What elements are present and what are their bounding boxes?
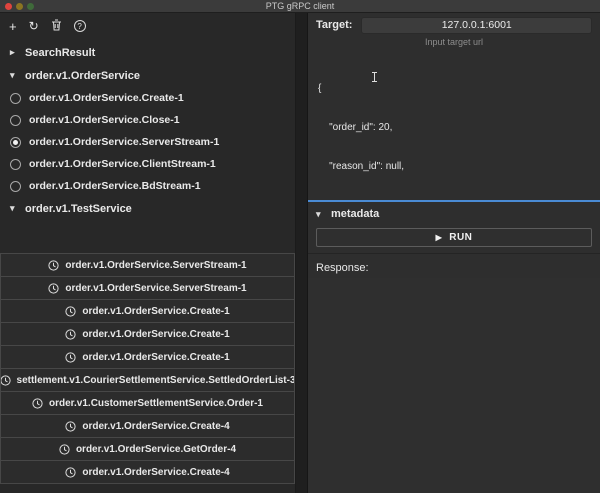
tree-node-label: order.v1.OrderService <box>25 69 140 82</box>
editor-line: "reason_id": null, <box>318 161 405 172</box>
clock-icon <box>1 374 11 386</box>
history-item-label: order.v1.OrderService.Create-1 <box>82 351 230 363</box>
history-item[interactable]: order.v1.OrderService.GetOrder-4 <box>0 437 295 461</box>
clock-icon <box>65 305 76 317</box>
refresh-icon[interactable]: ↻ <box>29 20 39 32</box>
sidebar: + ↻ ? ▸ SearchResult ▾ order.v1.OrderSer… <box>0 13 296 493</box>
history-item[interactable]: settlement.v1.CourierSettlementService.S… <box>0 368 295 392</box>
metadata-label: metadata <box>331 208 380 220</box>
radio-icon[interactable] <box>10 114 21 126</box>
maximize-window-button[interactable] <box>27 3 34 10</box>
app-body: + ↻ ? ▸ SearchResult ▾ order.v1.OrderSer… <box>0 13 600 493</box>
editor-line: "remark": "", <box>318 199 590 200</box>
history-item[interactable]: order.v1.OrderService.Create-1 <box>0 345 295 369</box>
caret-down-icon: ▾ <box>10 70 15 80</box>
method-label: order.v1.OrderService.ClientStream-1 <box>29 158 216 170</box>
response-area <box>308 278 600 493</box>
method-label: order.v1.OrderService.Close-1 <box>29 114 180 126</box>
radio-selected-icon[interactable] <box>10 136 21 148</box>
clock-icon <box>65 351 76 363</box>
service-tree: ▸ SearchResult ▾ order.v1.OrderService o… <box>0 39 295 220</box>
editor-line: { <box>318 83 322 94</box>
run-button-label: RUN <box>449 232 473 243</box>
history-item-label: order.v1.CustomerSettlementService.Order… <box>49 397 263 409</box>
play-icon: ▶ <box>435 233 443 242</box>
caret-down-icon: ▾ <box>10 203 15 213</box>
history-list: order.v1.OrderService.ServerStream-1 ord… <box>0 253 295 484</box>
editor-resize-divider[interactable] <box>308 200 600 202</box>
history-item-label: order.v1.OrderService.ServerStream-1 <box>65 259 247 271</box>
add-icon[interactable]: + <box>9 20 17 33</box>
clock-icon <box>48 282 59 294</box>
method-bdstream-1[interactable]: order.v1.OrderService.BdStream-1 <box>0 175 295 197</box>
window-controls <box>5 3 34 10</box>
history-item-label: order.v1.OrderService.Create-4 <box>82 466 230 478</box>
method-label: order.v1.OrderService.Create-1 <box>29 92 184 104</box>
caret-right-icon: ▸ <box>10 47 15 57</box>
clock-icon <box>32 397 43 409</box>
run-button[interactable]: ▶ RUN <box>316 228 592 247</box>
request-panel: Target: Input target url { "order_id": 2… <box>308 13 600 493</box>
method-clientstream-1[interactable]: order.v1.OrderService.ClientStream-1 <box>0 153 295 175</box>
history-item[interactable]: order.v1.OrderService.ServerStream-1 <box>0 276 295 300</box>
tree-node-order-service[interactable]: ▾ order.v1.OrderService <box>0 64 295 87</box>
text-cursor <box>372 72 377 82</box>
target-hint: Input target url <box>424 37 484 47</box>
minimize-window-button[interactable] <box>16 3 23 10</box>
history-item[interactable]: order.v1.OrderService.Create-4 <box>0 460 295 484</box>
metadata-section-toggle[interactable]: ▾ metadata <box>308 204 600 224</box>
title-bar: PTG gRPC client <box>0 0 600 13</box>
history-item[interactable]: order.v1.OrderService.Create-4 <box>0 414 295 438</box>
method-serverstream-1[interactable]: order.v1.OrderService.ServerStream-1 <box>0 131 295 153</box>
trash-icon[interactable] <box>51 19 62 33</box>
tree-node-label: order.v1.TestService <box>25 202 132 215</box>
history-item-label: settlement.v1.CourierSettlementService.S… <box>16 374 295 386</box>
clock-icon <box>65 466 76 478</box>
sidebar-toolbar: + ↻ ? <box>0 13 295 39</box>
history-item-label: order.v1.OrderService.Create-1 <box>82 328 230 340</box>
radio-icon[interactable] <box>10 180 21 192</box>
tree-node-test-service[interactable]: ▾ order.v1.TestService <box>0 197 295 220</box>
request-body-editor[interactable]: { "order_id": 20, "reason_id": null, "re… <box>308 50 600 200</box>
clock-icon <box>65 420 76 432</box>
response-section: Response: <box>308 253 600 493</box>
response-label: Response: <box>316 262 369 274</box>
radio-icon[interactable] <box>10 92 21 104</box>
tree-node-label: SearchResult <box>25 46 96 59</box>
method-close-1[interactable]: order.v1.OrderService.Close-1 <box>0 109 295 131</box>
caret-down-icon: ▾ <box>316 208 321 219</box>
tree-node-search-result[interactable]: ▸ SearchResult <box>0 41 295 64</box>
history-item[interactable]: order.v1.OrderService.ServerStream-1 <box>0 253 295 277</box>
history-item-label: order.v1.OrderService.GetOrder-4 <box>75 443 237 455</box>
history-item[interactable]: order.v1.CustomerSettlementService.Order… <box>0 391 295 415</box>
editor-line: "order_id": 20, <box>318 122 393 133</box>
history-item-label: order.v1.OrderService.ServerStream-1 <box>65 282 247 294</box>
method-label: order.v1.OrderService.ServerStream-1 <box>29 136 220 148</box>
history-item[interactable]: order.v1.OrderService.Create-1 <box>0 322 295 346</box>
target-label: Target: <box>316 19 353 31</box>
close-window-button[interactable] <box>5 3 12 10</box>
method-label: order.v1.OrderService.BdStream-1 <box>29 180 201 192</box>
radio-icon[interactable] <box>10 158 21 170</box>
clock-icon <box>65 328 76 340</box>
method-create-1[interactable]: order.v1.OrderService.Create-1 <box>0 87 295 109</box>
history-item-label: order.v1.OrderService.Create-4 <box>82 420 230 432</box>
sidebar-scrollbar[interactable] <box>296 13 308 493</box>
help-icon[interactable]: ? <box>73 20 86 32</box>
clock-icon <box>48 259 59 271</box>
clock-icon <box>59 443 70 455</box>
target-input[interactable] <box>361 16 592 34</box>
history-item-label: order.v1.OrderService.Create-1 <box>82 305 230 317</box>
history-item[interactable]: order.v1.OrderService.Create-1 <box>0 299 295 323</box>
target-row: Target: <box>308 13 600 37</box>
window-title: PTG gRPC client <box>265 1 335 11</box>
